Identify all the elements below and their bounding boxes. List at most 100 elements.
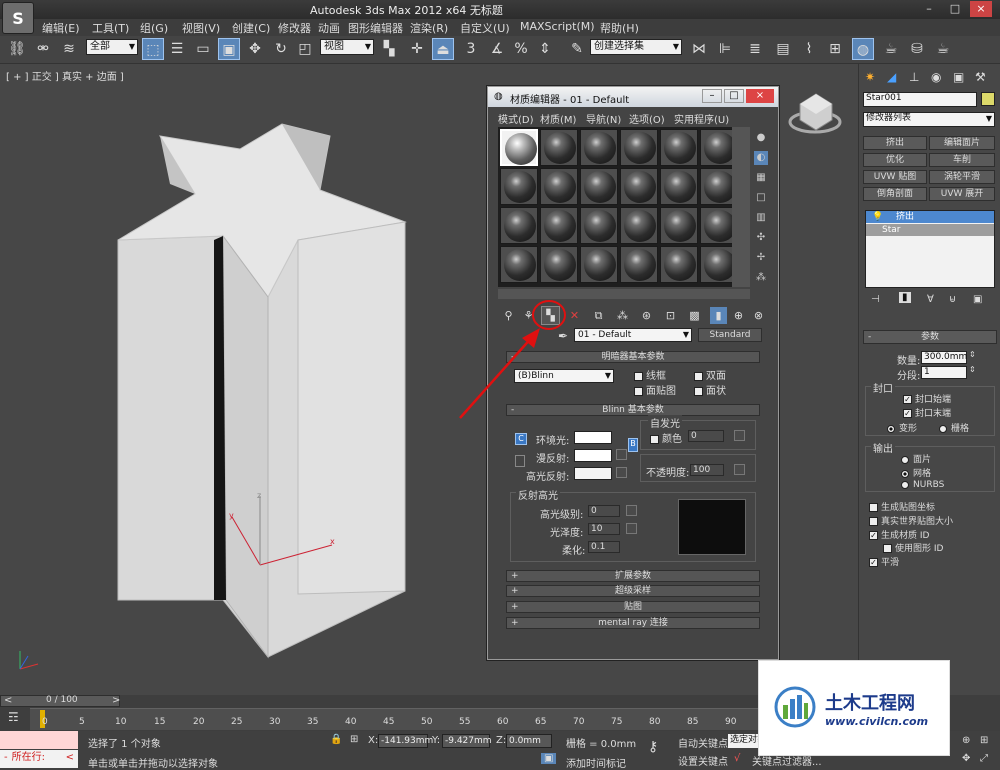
ambient-color-swatch[interactable] bbox=[574, 431, 612, 444]
specular-map-button[interactable] bbox=[616, 467, 627, 478]
pin-stack-icon[interactable]: ⊣ bbox=[871, 294, 880, 305]
sample-slot[interactable] bbox=[540, 246, 578, 283]
use-shape-ids-checkbox[interactable]: 使用图形 ID bbox=[883, 541, 943, 554]
dialog-title-bar[interactable]: ◍ 材质编辑器 - 01 - Default – □ × bbox=[488, 87, 778, 107]
window-crossing-icon[interactable]: ▣ bbox=[218, 38, 240, 60]
auto-key-button[interactable]: 自动关键点 bbox=[678, 735, 728, 750]
key-icon[interactable]: ⚷ bbox=[648, 739, 658, 755]
output-patch-radio[interactable]: 面片 bbox=[901, 452, 931, 465]
diffuse-spec-lock-button[interactable]: B bbox=[628, 438, 638, 452]
sample-slot[interactable] bbox=[620, 129, 658, 166]
mod-turbosmooth-button[interactable]: 涡轮平滑 bbox=[929, 170, 995, 184]
put-to-library-icon[interactable]: ⁂ bbox=[614, 307, 631, 324]
zoom-icon[interactable]: ⊕ bbox=[962, 735, 970, 746]
object-name-field[interactable]: Star001 bbox=[863, 92, 977, 107]
mod-lathe-button[interactable]: 车削 bbox=[929, 153, 995, 167]
menu-help[interactable]: 帮助(H) bbox=[600, 20, 639, 36]
mini-curve-icon[interactable]: ☶ bbox=[8, 710, 19, 724]
real-world-map-checkbox[interactable]: 真实世界贴图大小 bbox=[869, 514, 953, 527]
menu-views[interactable]: 视图(V) bbox=[182, 20, 220, 36]
close-button[interactable]: × bbox=[970, 1, 992, 17]
med-menu-navigation[interactable]: 导航(N) bbox=[586, 111, 621, 126]
gen-map-coords-checkbox[interactable]: 生成贴图坐标 bbox=[869, 500, 935, 513]
two-sided-checkbox[interactable]: 双面 bbox=[694, 367, 726, 382]
scale-icon[interactable]: ◰ bbox=[294, 38, 316, 60]
material-editor-icon[interactable]: ◍ bbox=[852, 38, 874, 60]
minimize-button[interactable]: – bbox=[918, 1, 940, 17]
sample-slot[interactable] bbox=[620, 246, 658, 283]
graphite-icon[interactable]: ▤ bbox=[772, 38, 794, 60]
menu-animation[interactable]: 动画 bbox=[318, 20, 340, 36]
med-menu-utilities[interactable]: 实用程序(U) bbox=[674, 111, 729, 126]
maxscript-listener[interactable]: - 所在行: < bbox=[0, 750, 78, 768]
select-link-icon[interactable]: ⛓ bbox=[6, 38, 28, 60]
sample-slot[interactable] bbox=[660, 246, 698, 283]
mod-edit-patch-button[interactable]: 编辑面片 bbox=[929, 136, 995, 150]
face-map-checkbox[interactable]: 面贴图 bbox=[634, 382, 676, 397]
sample-slot[interactable] bbox=[500, 168, 538, 205]
specular-color-swatch[interactable] bbox=[574, 467, 612, 480]
selection-filter-dropdown[interactable]: 全部 ▼ bbox=[86, 39, 138, 55]
make-unique-icon[interactable]: ⧉ bbox=[590, 307, 607, 324]
maximize-viewport-icon[interactable]: ⤢ bbox=[980, 753, 988, 764]
show-end-result-toggle-icon[interactable]: ▮ bbox=[899, 292, 911, 303]
snap-toggle-icon[interactable]: 3 bbox=[460, 38, 482, 60]
morph-radio[interactable]: 变形 bbox=[887, 421, 917, 434]
app-logo-button[interactable]: S bbox=[2, 2, 34, 34]
mod-uvw-map-button[interactable]: UVW 贴图 bbox=[863, 170, 927, 184]
material-type-button[interactable]: Standard bbox=[698, 328, 762, 342]
backlight-icon[interactable]: ◐ bbox=[754, 151, 768, 165]
wire-checkbox[interactable]: 线框 bbox=[634, 367, 666, 382]
segments-spinner-arrows[interactable]: ⇕ bbox=[969, 365, 976, 374]
self-illum-map-button[interactable] bbox=[734, 430, 745, 441]
dialog-maximize-button[interactable]: □ bbox=[724, 89, 744, 103]
go-forward-sibling-icon[interactable]: ⊕ bbox=[730, 307, 747, 324]
key-filter-icon[interactable]: √ bbox=[734, 753, 740, 764]
menu-modifiers[interactable]: 修改器 bbox=[278, 20, 311, 36]
cap-end-checkbox[interactable]: ✓ 封口末端 bbox=[903, 406, 951, 419]
modifier-list-dropdown[interactable]: 修改器列表 ▼ bbox=[863, 112, 995, 127]
mod-bevel-profile-button[interactable]: 倒角剖面 bbox=[863, 187, 927, 201]
lightbulb-icon[interactable]: 💡 bbox=[872, 212, 883, 222]
output-mesh-radio[interactable]: 网格 bbox=[901, 466, 931, 479]
soften-spinner[interactable]: 0.1 bbox=[588, 541, 620, 553]
spinner-snap-icon[interactable]: ⇕ bbox=[534, 38, 556, 60]
percent-snap-icon[interactable]: % bbox=[510, 38, 532, 60]
spec-level-spinner[interactable]: 0 bbox=[588, 505, 620, 517]
uv-tiling-icon[interactable]: □ bbox=[754, 191, 768, 205]
layer-manager-icon[interactable]: ≣ bbox=[744, 38, 766, 60]
align-icon[interactable]: ⊫ bbox=[714, 38, 736, 60]
background-icon[interactable]: ▦ bbox=[754, 171, 768, 185]
zoom-all-icon[interactable]: ⊞ bbox=[980, 735, 988, 746]
make-preview-icon[interactable]: ✣ bbox=[754, 231, 768, 245]
curve-editor-icon[interactable]: ⌇ bbox=[798, 38, 820, 60]
menu-graph-editors[interactable]: 图形编辑器 bbox=[348, 20, 403, 36]
stack-item-extrude[interactable]: 挤出 bbox=[866, 211, 994, 223]
rect-region-icon[interactable]: ▭ bbox=[192, 38, 214, 60]
add-time-tag-button[interactable]: 添加时间标记 bbox=[566, 755, 626, 770]
render-setup-icon[interactable]: ☕ bbox=[880, 38, 902, 60]
create-tab-icon[interactable]: ✷ bbox=[865, 70, 875, 84]
material-id-icon[interactable]: ⊛ bbox=[638, 307, 655, 324]
time-tag-icon[interactable]: ▣ bbox=[541, 753, 557, 764]
unlink-icon[interactable]: ⚮ bbox=[32, 38, 54, 60]
object-color-swatch[interactable] bbox=[981, 92, 995, 106]
sample-slot[interactable] bbox=[620, 207, 658, 244]
mod-extrude-button[interactable]: 挤出 bbox=[863, 136, 927, 150]
maxscript-listener-top[interactable] bbox=[0, 731, 78, 749]
go-to-parent-icon[interactable]: ▮ bbox=[710, 307, 727, 324]
menu-rendering[interactable]: 渲染(R) bbox=[410, 20, 448, 36]
menu-customize[interactable]: 自定义(U) bbox=[460, 20, 510, 36]
absolute-mode-icon[interactable]: ⊞ bbox=[350, 734, 358, 745]
sample-slot[interactable] bbox=[540, 207, 578, 244]
show-end-result-icon[interactable]: ▩ bbox=[686, 307, 703, 324]
glossiness-spinner[interactable]: 10 bbox=[588, 523, 620, 535]
mental-ray-rollout[interactable]: + mental ray 连接 bbox=[506, 617, 760, 629]
menu-maxscript[interactable]: MAXScript(M) bbox=[520, 20, 595, 33]
make-unique-stack-icon[interactable]: ∀ bbox=[927, 294, 934, 305]
amount-spinner[interactable]: 300.0mm bbox=[921, 351, 967, 364]
y-coord-field[interactable]: -9.427mm bbox=[442, 734, 492, 748]
modify-tab-icon[interactable]: ◢ bbox=[887, 70, 896, 84]
extended-params-rollout[interactable]: + 扩展参数 bbox=[506, 570, 760, 582]
sample-slot[interactable] bbox=[580, 246, 618, 283]
